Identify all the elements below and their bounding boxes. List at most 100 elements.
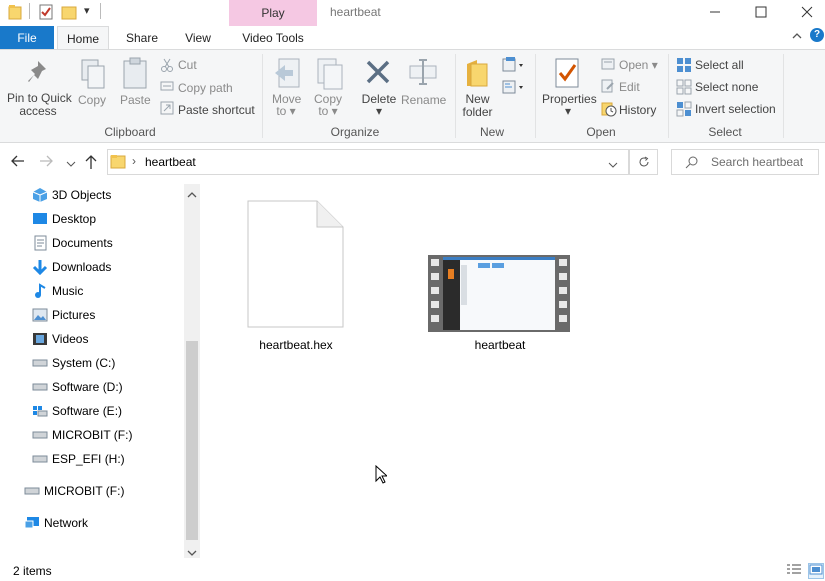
pin-label-2: access xyxy=(19,104,57,118)
file-name-heartbeat-hex[interactable]: heartbeat.hex xyxy=(238,338,354,352)
select-group-label: Select xyxy=(708,125,742,139)
nav-item-videos[interactable]: Videos xyxy=(32,328,88,350)
drive-icon xyxy=(32,355,48,371)
tab-home[interactable]: Home xyxy=(57,26,109,50)
cut-button[interactable]: Cut xyxy=(178,58,197,72)
new-group-label: New xyxy=(479,125,504,139)
folder-icon xyxy=(110,153,126,172)
pin-label: Pin to Quick xyxy=(7,91,72,105)
select-all-button[interactable]: Select all xyxy=(695,58,744,72)
nav-item-downloads[interactable]: Downloads xyxy=(32,256,111,278)
ribbon-separator xyxy=(535,54,536,138)
copy-icon xyxy=(80,58,106,93)
tab-view[interactable]: View xyxy=(174,26,222,50)
nav-item-3d-objects[interactable]: 3D Objects xyxy=(32,184,111,206)
nav-item-label: Videos xyxy=(52,332,89,346)
qat-divider xyxy=(29,3,30,19)
qat-customize-icon[interactable]: ▾ xyxy=(84,4,90,17)
copy-path-button[interactable]: Copy path xyxy=(178,81,233,95)
file-item-heartbeat-video[interactable] xyxy=(428,255,570,335)
nav-item-desktop[interactable]: Desktop xyxy=(32,208,96,230)
pictures-icon xyxy=(32,307,48,323)
easy-access-icon[interactable] xyxy=(502,78,526,99)
folder-icon[interactable] xyxy=(8,4,24,20)
status-bar xyxy=(0,559,825,581)
help-icon[interactable]: ? xyxy=(810,28,824,42)
address-dropdown-chevron-icon[interactable] xyxy=(608,158,618,172)
nav-item-label: Network xyxy=(44,516,89,530)
new-folder-icon[interactable] xyxy=(61,4,77,20)
history-button[interactable]: History xyxy=(619,103,656,117)
properties-icon[interactable] xyxy=(38,4,54,20)
nav-item-label: Downloads xyxy=(52,260,112,274)
nav-item-label: Music xyxy=(52,284,84,298)
nav-item-documents[interactable]: Documents xyxy=(32,232,113,254)
nav-item-software-e[interactable]: Software (E:) xyxy=(32,400,122,422)
copy-to-button[interactable]: Copy to ▾ xyxy=(314,93,342,117)
tab-file[interactable]: File xyxy=(0,26,54,50)
pin-to-quick-access-button[interactable]: Pin to Quick access xyxy=(7,91,72,118)
search-icon xyxy=(685,155,699,172)
rename-icon xyxy=(408,58,438,89)
ribbon-separator xyxy=(668,54,669,138)
music-icon xyxy=(32,283,48,299)
copy-button[interactable]: Copy xyxy=(78,93,106,107)
file-item-heartbeat-hex[interactable] xyxy=(247,200,344,331)
recent-locations-chevron-icon[interactable] xyxy=(66,157,76,171)
nav-item-label: 3D Objects xyxy=(52,188,112,202)
breadcrumb-separator-icon: › xyxy=(132,154,136,168)
history-icon xyxy=(601,101,617,120)
open-label: Open xyxy=(619,58,649,72)
nav-item-pictures[interactable]: Pictures xyxy=(32,304,95,326)
details-view-icon[interactable] xyxy=(786,563,802,578)
paste-button[interactable]: Paste xyxy=(120,93,151,107)
paste-shortcut-icon xyxy=(160,101,174,118)
network-drive-icon xyxy=(32,403,48,419)
properties-button[interactable]: Properties ▾ xyxy=(542,93,597,117)
nav-item-label: System (C:) xyxy=(52,356,116,370)
select-none-button[interactable]: Select none xyxy=(695,80,758,94)
collapse-ribbon-icon[interactable] xyxy=(792,31,802,43)
nav-item-label: Desktop xyxy=(52,212,97,226)
edit-button[interactable]: Edit xyxy=(619,80,640,94)
edit-icon xyxy=(601,79,615,96)
nav-item-esp-efi-h[interactable]: ESP_EFI (H:) xyxy=(32,448,125,470)
nav-item-software-d[interactable]: Software (D:) xyxy=(32,376,123,398)
tab-video-tools[interactable]: Video Tools xyxy=(229,26,317,50)
invert-selection-button[interactable]: Invert selection xyxy=(695,102,776,116)
breadcrumb-heartbeat[interactable]: heartbeat xyxy=(145,155,196,169)
refresh-button[interactable] xyxy=(629,149,658,175)
videos-icon xyxy=(32,331,48,347)
drive-icon xyxy=(32,451,48,467)
nav-item-network[interactable]: Network xyxy=(24,512,88,534)
scrollbar-thumb[interactable] xyxy=(186,341,198,540)
up-arrow-icon[interactable] xyxy=(84,154,98,173)
nav-item-microbit-f-root[interactable]: MICROBIT (F:) xyxy=(24,480,124,502)
minimize-button[interactable] xyxy=(692,0,738,24)
large-icons-view-icon[interactable] xyxy=(808,563,824,579)
new-folder-button[interactable]: New folder xyxy=(460,93,495,119)
rename-button[interactable]: Rename xyxy=(401,93,446,107)
scroll-down-icon[interactable] xyxy=(187,546,197,560)
new-item-icon[interactable] xyxy=(502,56,526,77)
select-all-icon xyxy=(676,57,692,76)
open-button[interactable]: Open ▾ xyxy=(619,58,658,72)
drive-icon xyxy=(32,427,48,443)
properties-large-icon xyxy=(554,57,580,92)
delete-button[interactable]: Delete ▾ xyxy=(360,93,398,117)
maximize-button[interactable] xyxy=(738,0,784,24)
nav-item-microbit-f[interactable]: MICROBIT (F:) xyxy=(32,424,132,446)
scroll-up-icon[interactable] xyxy=(187,188,197,202)
nav-item-music[interactable]: Music xyxy=(32,280,83,302)
close-button[interactable] xyxy=(784,0,825,24)
move-to-button[interactable]: Move to ▾ xyxy=(272,93,301,117)
paste-icon xyxy=(121,56,149,93)
tab-share[interactable]: Share xyxy=(117,26,167,50)
forward-arrow-icon[interactable] xyxy=(38,154,54,171)
nav-item-system-c[interactable]: System (C:) xyxy=(32,352,115,374)
file-name-heartbeat[interactable]: heartbeat xyxy=(440,338,560,352)
paste-shortcut-button[interactable]: Paste shortcut xyxy=(178,103,255,117)
back-arrow-icon[interactable] xyxy=(10,154,26,171)
nav-item-label: Software (D:) xyxy=(52,380,123,394)
organize-group-label: Organize xyxy=(330,125,380,139)
